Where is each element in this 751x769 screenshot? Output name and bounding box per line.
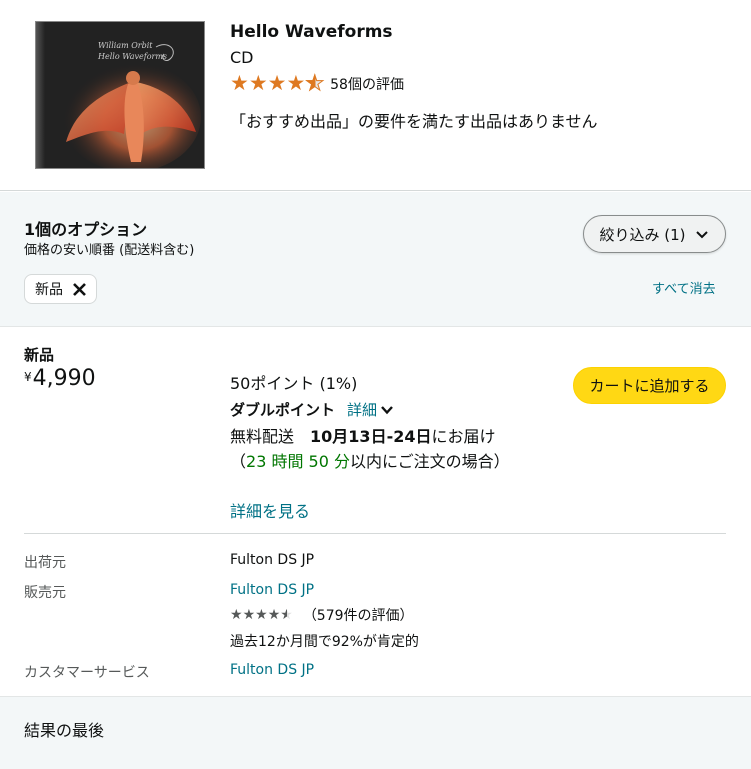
product-format: CD bbox=[230, 48, 254, 67]
product-title[interactable]: Hello Waveforms bbox=[230, 22, 393, 42]
options-count: 1個のオプション bbox=[24, 220, 148, 239]
sort-description: 価格の安い順番 (配送料含む) bbox=[24, 243, 195, 258]
star-icon: ★ bbox=[230, 71, 249, 95]
double-points-label: ダブルポイント bbox=[230, 401, 336, 419]
no-featured-offer-message: 「おすすめ出品」の要件を満たす出品はありません bbox=[230, 112, 598, 131]
divider bbox=[24, 533, 726, 534]
star-icon: ★ bbox=[267, 71, 287, 95]
cover-album-text: Hello Waveforms bbox=[98, 52, 168, 61]
delivery-dates: 10月13日-24日 bbox=[310, 427, 432, 446]
points-earned: 50ポイント (1%) bbox=[230, 374, 358, 393]
double-points-row: ダブルポイント 詳細 bbox=[230, 399, 395, 420]
offer-condition: 新品 bbox=[24, 346, 55, 364]
ships-from-label: 出荷元 bbox=[24, 555, 66, 571]
seller-link[interactable]: Fulton DS JP bbox=[230, 582, 314, 598]
filter-button-label: 絞り込み (1) bbox=[599, 225, 686, 244]
star-icon: ★ bbox=[255, 607, 268, 623]
order-countdown: 23 時間 50 分 bbox=[246, 452, 350, 471]
chevron-down-icon bbox=[695, 231, 708, 239]
filter-chip-label: 新品 bbox=[35, 282, 63, 298]
star-icon: ★ bbox=[267, 607, 281, 623]
customer-service-label: カスタマーサービス bbox=[24, 665, 150, 681]
results-footer: 結果の最後 bbox=[0, 696, 751, 769]
active-filter-chip[interactable]: 新品 bbox=[24, 274, 97, 304]
seller-positive-rate: 過去12か月間で92%が肯定的 bbox=[230, 634, 419, 650]
see-details-link[interactable]: 詳細を見る bbox=[230, 498, 310, 522]
cover-artist-text: William Orbit bbox=[98, 41, 153, 50]
star-icon: ★ bbox=[230, 607, 243, 623]
cover-text: William Orbit Hello Waveforms bbox=[98, 40, 167, 62]
double-points-details-toggle[interactable]: 詳細 bbox=[347, 399, 377, 420]
seller-rating[interactable]: ★ ★ ★ ★ ★ （579件の評価） bbox=[230, 605, 414, 625]
customer-service-link[interactable]: Fulton DS JP bbox=[230, 662, 314, 678]
product-rating[interactable]: ★ ★ ★ ★ ★ 58個の評価 bbox=[230, 71, 404, 95]
star-rating-icon: ★ ★ ★ ★ ★ bbox=[230, 71, 325, 95]
chevron-down-icon[interactable] bbox=[379, 402, 395, 418]
clear-all-link[interactable]: すべて消去 bbox=[652, 278, 716, 297]
close-icon[interactable] bbox=[71, 281, 88, 298]
rating-count[interactable]: 58個の評価 bbox=[330, 74, 404, 94]
add-to-cart-button[interactable]: カートに追加する bbox=[573, 367, 726, 404]
half-star-icon: ★ bbox=[280, 607, 293, 623]
star-icon: ★ bbox=[286, 71, 306, 95]
sold-by-label: 販売元 bbox=[24, 585, 66, 601]
ships-from-value: Fulton DS JP bbox=[230, 552, 315, 568]
offer-price: ¥4,990 bbox=[24, 366, 96, 391]
delivery-suffix: にお届け bbox=[431, 427, 496, 446]
offer-options-header: 1個のオプション 価格の安い順番 (配送料含む) 絞り込み (1) 新品 すべて… bbox=[0, 192, 751, 327]
free-shipping-label: 無料配送 bbox=[230, 427, 295, 446]
currency-symbol: ¥ bbox=[24, 370, 32, 384]
order-within-prefix: （ bbox=[230, 452, 247, 471]
album-cover-image[interactable]: William Orbit Hello Waveforms bbox=[35, 21, 205, 169]
price-value: 4,990 bbox=[32, 366, 96, 391]
half-star-icon: ★ bbox=[305, 71, 325, 95]
seller-rating-count: （579件の評価） bbox=[302, 608, 414, 624]
end-of-results: 結果の最後 bbox=[24, 721, 105, 740]
filter-button[interactable]: 絞り込み (1) bbox=[583, 215, 726, 253]
star-icon: ★ bbox=[248, 71, 268, 95]
offer-card: 新品 ¥4,990 50ポイント (1%) カートに追加する ダブルポイント 詳… bbox=[0, 328, 751, 696]
delivery-message: 無料配送 10月13日-24日にお届け （23 時間 50 分以内にご注文の場合… bbox=[230, 424, 530, 474]
order-within-suffix: 以内にご注文の場合） bbox=[350, 452, 510, 471]
star-icon: ★ bbox=[242, 607, 256, 623]
product-header: William Orbit Hello Waveforms Hello Wave… bbox=[0, 0, 751, 191]
